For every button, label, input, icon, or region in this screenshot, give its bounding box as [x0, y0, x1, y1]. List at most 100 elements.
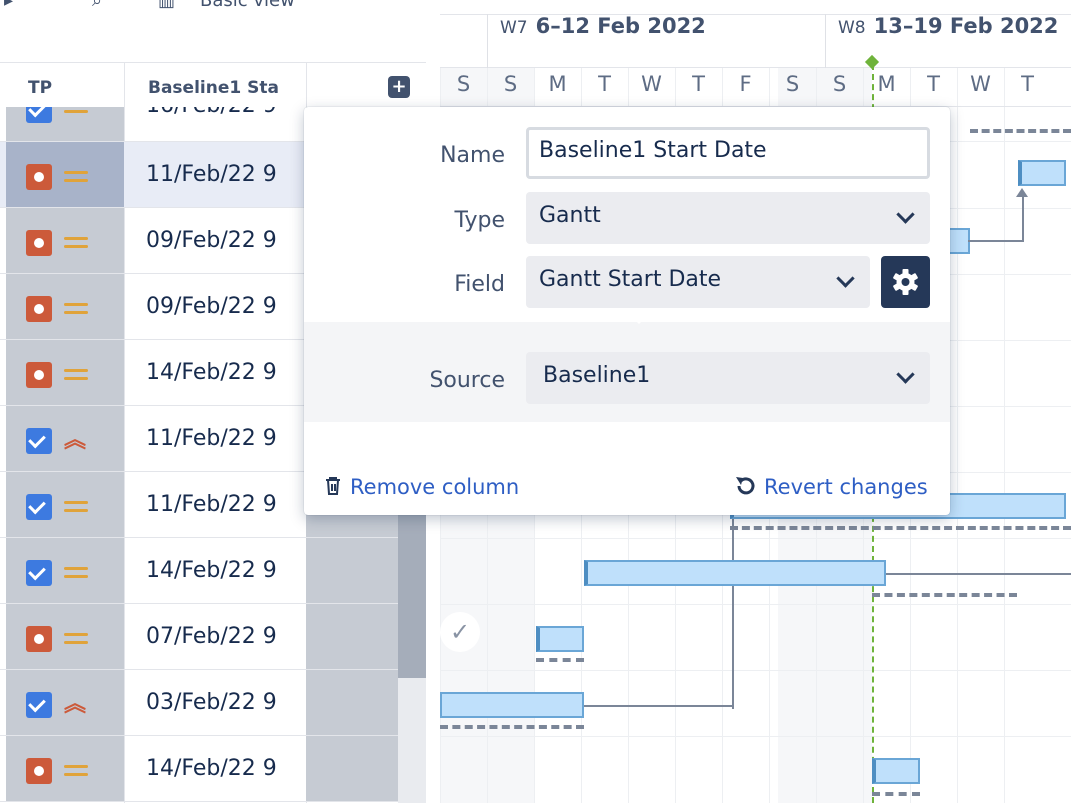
tp-cell	[6, 472, 124, 537]
revert-changes-label: Revert changes	[764, 475, 928, 499]
source-section: Source Baseline1	[304, 322, 950, 422]
baseline-date-cell[interactable]: 07/Feb/22 9	[146, 604, 306, 669]
task-icon	[26, 692, 52, 718]
type-select[interactable]: Gantt	[526, 192, 930, 244]
baseline-date-cell[interactable]: 09/Feb/22 9	[146, 208, 306, 273]
tp-cell	[6, 604, 124, 669]
tp-cell	[6, 274, 124, 339]
source-value: Baseline1	[543, 363, 651, 388]
field-select[interactable]: Gantt Start Date	[526, 256, 870, 308]
table-row[interactable]: 07/Feb/22 9	[0, 604, 398, 670]
row-line	[440, 604, 1071, 605]
task-bar[interactable]	[872, 758, 920, 784]
tp-cell	[6, 208, 124, 273]
priority-medium-icon	[64, 232, 88, 254]
day-label: S	[456, 72, 471, 96]
tp-cell	[6, 736, 124, 801]
day-label: S	[832, 72, 847, 96]
row-filler	[306, 538, 398, 603]
row-filler	[306, 736, 398, 801]
baseline-date-cell[interactable]: 03/Feb/22 9	[146, 670, 306, 735]
priority-medium-icon	[64, 364, 88, 386]
tp-cell	[6, 142, 124, 207]
day-label: S	[785, 72, 800, 96]
dependency-link	[1022, 196, 1024, 242]
dependency-link	[584, 705, 734, 707]
grid-view-icon[interactable]: ▥	[158, 0, 175, 11]
row-filler	[306, 604, 398, 669]
bug-icon	[26, 362, 52, 388]
task-icon	[26, 560, 52, 586]
play-icon[interactable]: ▸	[4, 0, 13, 11]
task-bar[interactable]	[536, 626, 584, 652]
row-line	[440, 736, 1071, 737]
chevron-down-icon	[896, 205, 915, 224]
column-settings-popup: Name Baseline1 Start Date Type Gantt Fie…	[304, 107, 950, 515]
view-label[interactable]: Basic view	[200, 0, 295, 11]
priority-high-icon: ︽	[64, 692, 87, 717]
type-label: Type	[454, 208, 505, 233]
task-bar[interactable]	[440, 692, 584, 718]
day-divider	[1004, 68, 1005, 803]
baseline-bar	[872, 792, 920, 796]
chevron-down-icon	[896, 365, 915, 384]
arrow-icon	[1016, 188, 1028, 197]
day-label: W	[970, 72, 991, 96]
row-filler	[306, 670, 398, 735]
remove-column-button[interactable]: Remove column	[324, 475, 519, 499]
day-label: M	[877, 72, 896, 96]
day-label: S	[503, 72, 518, 96]
bug-icon	[26, 626, 52, 652]
baseline-date-cell[interactable]: 16/Feb/22 9	[146, 107, 277, 118]
plus-icon[interactable]: +	[388, 76, 410, 98]
priority-medium-icon	[64, 298, 88, 320]
day-label: F	[739, 72, 752, 96]
baseline-bar	[872, 593, 1017, 597]
baseline-bar	[536, 658, 584, 662]
task-bar[interactable]	[1018, 160, 1066, 186]
add-column-button[interactable]: +	[391, 76, 406, 97]
tp-cell	[6, 538, 124, 603]
search-icon[interactable]: ⌕	[92, 0, 102, 11]
table-row[interactable]: 14/Feb/22 9	[0, 538, 398, 604]
week-divider	[825, 14, 826, 68]
revert-changes-button[interactable]: Revert changes	[734, 475, 928, 499]
source-select[interactable]: Baseline1	[526, 352, 930, 404]
dependency-link	[886, 573, 1071, 575]
check-icon[interactable]: ✓	[440, 612, 480, 652]
bug-icon	[26, 758, 52, 784]
baseline-date-cell[interactable]: 11/Feb/22 9	[146, 142, 306, 207]
tp-cell	[6, 340, 124, 405]
remove-column-label: Remove column	[350, 475, 520, 499]
task-icon	[26, 428, 52, 454]
baseline-date-cell[interactable]: 14/Feb/22 9	[146, 340, 306, 405]
priority-medium-icon	[64, 166, 88, 188]
tp-cell: ︽	[6, 406, 124, 471]
baseline-date-cell[interactable]: 09/Feb/22 9	[146, 274, 306, 339]
priority-medium-icon	[64, 760, 88, 782]
baseline-date-cell[interactable]: 11/Feb/22 9	[146, 406, 306, 471]
row-line	[440, 538, 1071, 539]
gear-icon	[893, 269, 918, 295]
priority-medium-icon	[64, 496, 88, 518]
priority-medium-icon	[64, 107, 88, 119]
bug-icon	[26, 296, 52, 322]
baseline-date-cell[interactable]: 11/Feb/22 9	[146, 472, 306, 537]
priority-high-icon: ︽	[64, 428, 87, 453]
source-label: Source	[429, 368, 505, 393]
baseline-date-cell[interactable]: 14/Feb/22 9	[146, 736, 306, 801]
field-label: Field	[454, 272, 505, 297]
baseline-bar	[970, 129, 1071, 133]
day-label: T	[598, 72, 611, 96]
day-label: T	[1021, 72, 1034, 96]
tp-cell: ︽	[6, 670, 124, 735]
baseline-date-cell[interactable]: 14/Feb/22 9	[146, 538, 306, 603]
column-name-input[interactable]: Baseline1 Start Date	[526, 127, 930, 179]
table-row[interactable]: ︽ 03/Feb/22 9	[0, 670, 398, 736]
task-bar[interactable]	[584, 560, 886, 586]
type-value: Gantt	[539, 203, 601, 228]
day-header-row: SSMTWTFSSMTWT	[440, 68, 1071, 107]
table-row[interactable]: 14/Feb/22 9	[0, 736, 398, 802]
field-settings-button[interactable]	[881, 256, 930, 308]
scrollbar-thumb[interactable]	[398, 508, 426, 678]
